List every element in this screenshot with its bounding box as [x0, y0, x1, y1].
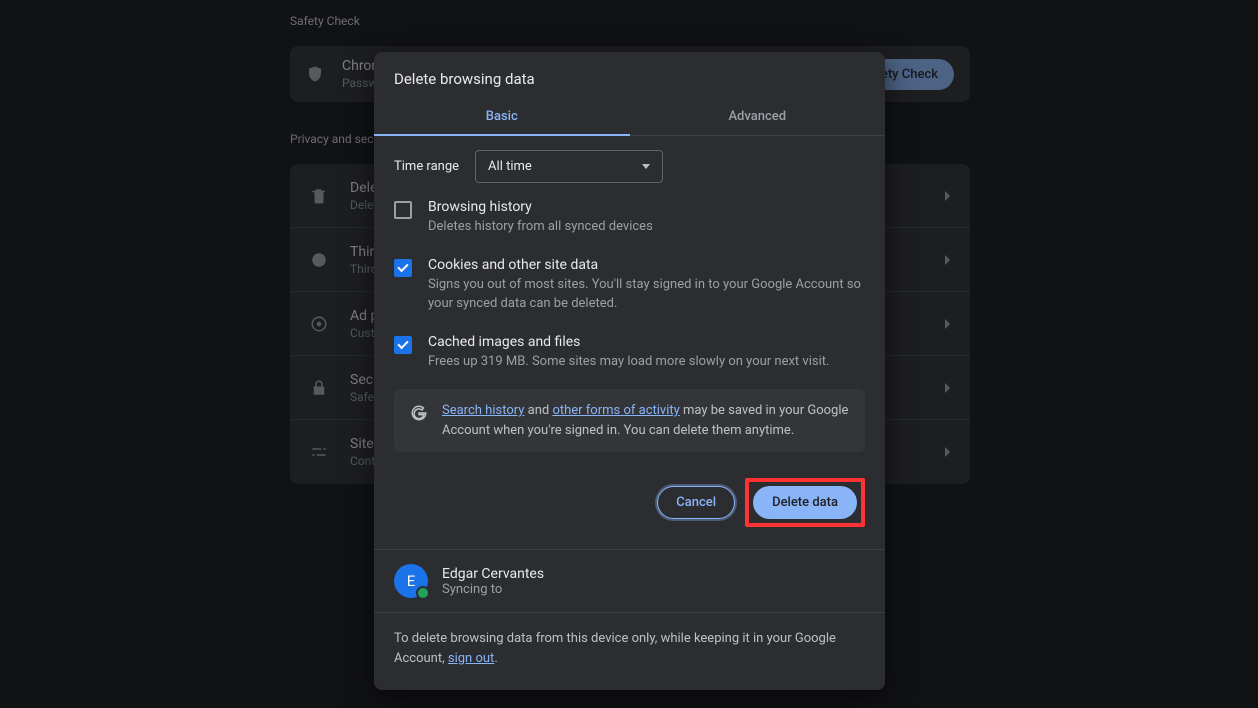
cancel-button[interactable]: Cancel: [657, 486, 735, 519]
item-title: Browsing history: [428, 199, 865, 215]
tabs: Basic Advanced: [374, 102, 885, 136]
dialog-footer: To delete browsing data from this device…: [374, 612, 885, 690]
time-range-label: Time range: [394, 159, 459, 174]
chevron-right-icon: [945, 447, 950, 457]
item-desc: Frees up 319 MB. Some sites may load mor…: [428, 352, 865, 372]
tab-basic[interactable]: Basic: [374, 102, 630, 136]
item-desc: Signs you out of most sites. You'll stay…: [428, 275, 865, 314]
link-search-history[interactable]: Search history: [442, 403, 524, 418]
info-mid: and: [524, 403, 552, 418]
sync-badge-icon: [416, 586, 430, 600]
cookie-icon: [310, 251, 328, 269]
link-sign-out[interactable]: sign out: [448, 651, 494, 666]
shield-icon: [306, 65, 324, 83]
ads-icon: [310, 315, 328, 333]
account-status: Syncing to: [442, 582, 544, 597]
delete-data-button[interactable]: Delete data: [753, 486, 857, 519]
item-browsing-history: Browsing history Deletes history from al…: [374, 189, 885, 247]
chevron-down-icon: [642, 164, 650, 169]
account-name: Edgar Cervantes: [442, 566, 544, 582]
checkbox-cookies[interactable]: [394, 259, 412, 277]
google-icon: [410, 404, 428, 422]
tab-advanced[interactable]: Advanced: [630, 102, 886, 136]
item-cache: Cached images and files Frees up 319 MB.…: [374, 324, 885, 382]
chevron-right-icon: [945, 255, 950, 265]
link-other-activity[interactable]: other forms of activity: [552, 403, 679, 418]
avatar: E: [394, 564, 428, 598]
chevron-right-icon: [945, 319, 950, 329]
item-cookies: Cookies and other site data Signs you ou…: [374, 247, 885, 324]
time-range-value: All time: [488, 159, 532, 174]
lock-icon: [310, 379, 328, 397]
time-range-select[interactable]: All time: [475, 150, 663, 183]
trash-icon: [310, 187, 328, 205]
chevron-right-icon: [945, 191, 950, 201]
checkbox-cache[interactable]: [394, 336, 412, 354]
item-title: Cached images and files: [428, 334, 865, 350]
item-title: Cookies and other site data: [428, 257, 865, 273]
section-safety-check: Safety Check: [290, 14, 970, 28]
tutorial-highlight: Delete data: [745, 478, 865, 527]
checkbox-browsing-history[interactable]: [394, 201, 412, 219]
account-row: E Edgar Cervantes Syncing to: [374, 549, 885, 612]
avatar-initial: E: [407, 572, 416, 590]
sliders-icon: [310, 443, 328, 461]
google-account-info: Search history and other forms of activi…: [394, 389, 865, 452]
chevron-right-icon: [945, 383, 950, 393]
delete-browsing-data-dialog: Delete browsing data Basic Advanced Time…: [374, 52, 885, 690]
footer-after: .: [494, 651, 497, 666]
item-desc: Deletes history from all synced devices: [428, 217, 865, 237]
dialog-title: Delete browsing data: [374, 52, 885, 102]
